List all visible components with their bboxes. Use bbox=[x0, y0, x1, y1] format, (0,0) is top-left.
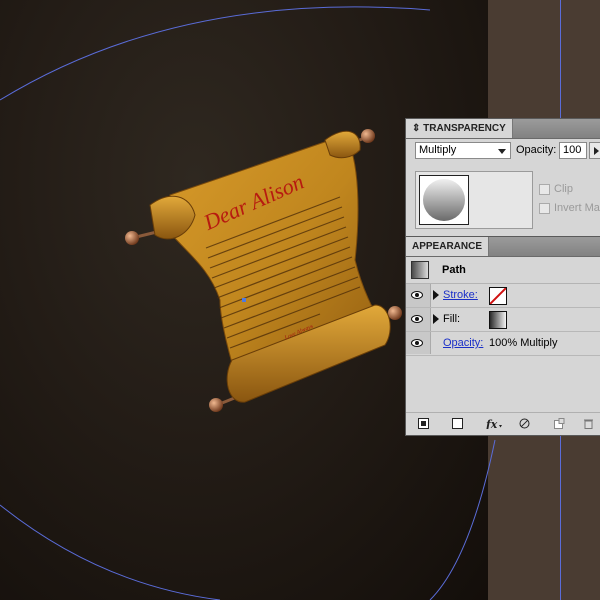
expand-triangle-icon[interactable] bbox=[433, 314, 439, 324]
tab-appearance[interactable]: APPEARANCE bbox=[406, 237, 490, 256]
fill-row[interactable]: Fill: bbox=[406, 308, 600, 332]
opacity-flyout-button[interactable] bbox=[589, 142, 600, 159]
duplicate-item-icon[interactable] bbox=[554, 418, 565, 429]
trash-icon[interactable] bbox=[583, 418, 594, 429]
invert-mask-label: Invert Mas bbox=[554, 202, 600, 214]
eye-icon[interactable] bbox=[411, 291, 423, 299]
none-color-icon bbox=[490, 288, 506, 304]
stroke-row[interactable]: Stroke: bbox=[406, 284, 600, 308]
appearance-footer: fx bbox=[406, 412, 600, 435]
object-thumbnail[interactable] bbox=[419, 175, 469, 225]
thumbnail-preview bbox=[423, 179, 465, 221]
opacity-link[interactable]: Opacity: bbox=[443, 337, 483, 349]
chevron-down-icon bbox=[498, 149, 506, 154]
svg-text:fx: fx bbox=[486, 418, 498, 429]
path-swatch bbox=[411, 261, 429, 279]
transparency-tabbar: ⇕ TRANSPARENCY bbox=[406, 119, 600, 139]
transparency-panel: ⇕ TRANSPARENCY Multiply Opacity: 100 Cli… bbox=[405, 118, 600, 236]
fx-icon[interactable]: fx bbox=[486, 418, 504, 429]
fill-swatch[interactable] bbox=[489, 311, 507, 329]
add-new-fill-icon[interactable] bbox=[452, 418, 463, 429]
opacity-label: Opacity: bbox=[516, 144, 557, 156]
appearance-tabbar: APPEARANCE bbox=[406, 237, 600, 257]
mask-thumbnail-area bbox=[415, 171, 533, 229]
blend-mode-value: Multiply bbox=[419, 144, 457, 156]
expand-triangle-icon[interactable] bbox=[433, 290, 439, 300]
opacity-row-value: 100% Multiply bbox=[489, 337, 558, 349]
transparency-tab-label: TRANSPARENCY bbox=[423, 123, 506, 134]
tab-transparency[interactable]: ⇕ TRANSPARENCY bbox=[406, 119, 513, 138]
clip-checkbox[interactable] bbox=[539, 184, 550, 195]
path-row[interactable]: Path bbox=[406, 257, 600, 284]
path-label: Path bbox=[442, 264, 466, 276]
stroke-link[interactable]: Stroke: bbox=[443, 289, 478, 301]
opacity-row[interactable]: Opacity: 100% Multiply bbox=[406, 332, 600, 356]
blend-mode-select[interactable]: Multiply bbox=[415, 142, 511, 159]
add-new-stroke-icon[interactable] bbox=[418, 418, 429, 429]
stroke-swatch[interactable] bbox=[489, 287, 507, 305]
appearance-tab-label: APPEARANCE bbox=[412, 241, 483, 252]
eye-icon[interactable] bbox=[411, 339, 423, 347]
opacity-input[interactable]: 100 bbox=[559, 142, 587, 159]
invert-mask-checkbox[interactable] bbox=[539, 203, 550, 214]
clear-appearance-icon[interactable] bbox=[519, 418, 530, 429]
eye-icon[interactable] bbox=[411, 315, 423, 323]
fill-label: Fill: bbox=[443, 313, 461, 325]
appearance-panel: APPEARANCE Path Stroke: Fill: Opacity: 1… bbox=[405, 236, 600, 436]
clip-label: Clip bbox=[554, 183, 573, 195]
panel-collapse-icon[interactable]: ⇕ bbox=[412, 123, 420, 134]
